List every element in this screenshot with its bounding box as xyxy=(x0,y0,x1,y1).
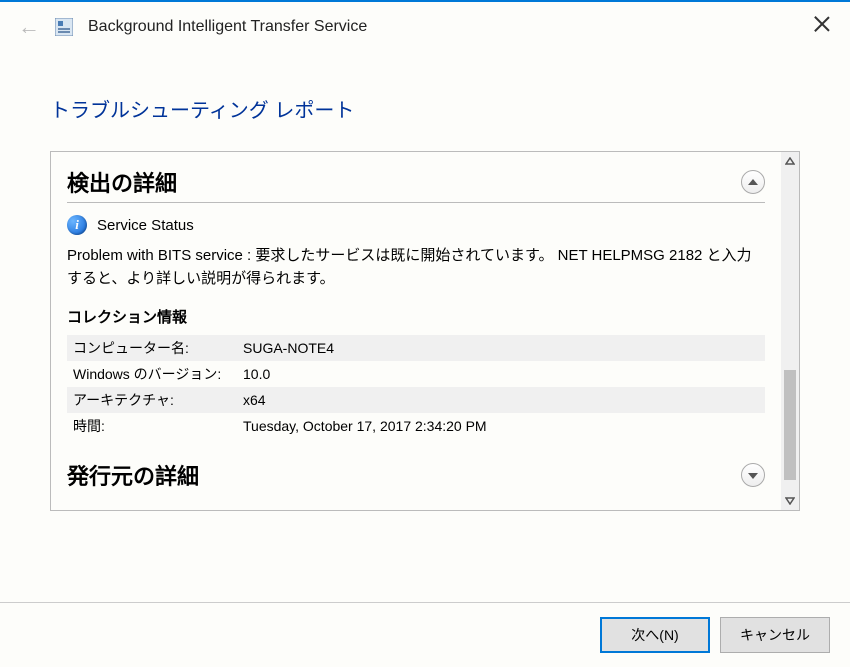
scroll-up-icon[interactable] xyxy=(781,152,799,170)
report-panel: 検出の詳細 i Service Status Problem with BITS… xyxy=(50,151,800,511)
scrollbar[interactable] xyxy=(781,152,799,510)
publisher-section-header: 発行元の詳細 xyxy=(67,453,765,491)
service-status-label: Service Status xyxy=(97,217,194,234)
value-time: Tuesday, October 17, 2017 2:34:20 PM xyxy=(237,413,765,439)
next-button[interactable]: 次へ(N) xyxy=(600,617,710,653)
value-computer-name: SUGA-NOTE4 xyxy=(237,335,765,361)
value-architecture: x64 xyxy=(237,387,765,413)
chevron-down-icon xyxy=(748,473,758,479)
detection-title: 検出の詳細 xyxy=(67,166,177,198)
problem-description: Problem with BITS service : 要求したサービスは既に開… xyxy=(67,245,765,290)
chevron-up-icon xyxy=(748,179,758,185)
info-icon: i xyxy=(67,215,87,235)
label-architecture: アーキテクチャ: xyxy=(67,387,237,413)
scroll-thumb[interactable] xyxy=(784,370,796,480)
expand-publisher-button[interactable] xyxy=(741,463,765,487)
label-windows-version: Windows のバージョン: xyxy=(67,361,237,387)
cancel-button[interactable]: キャンセル xyxy=(720,617,830,653)
collapse-detection-button[interactable] xyxy=(741,170,765,194)
table-row: Windows のバージョン: 10.0 xyxy=(67,361,765,387)
label-time: 時間: xyxy=(67,413,237,439)
report-heading: トラブルシューティング レポート xyxy=(50,94,800,123)
table-row: アーキテクチャ: x64 xyxy=(67,387,765,413)
collection-info-heading: コレクション情報 xyxy=(67,306,765,327)
app-icon xyxy=(54,17,74,37)
service-status-row: i Service Status xyxy=(67,215,765,235)
close-button[interactable] xyxy=(812,14,832,34)
detection-section-header: 検出の詳細 xyxy=(67,160,765,203)
table-row: コンピューター名: SUGA-NOTE4 xyxy=(67,335,765,361)
page-title: Background Intelligent Transfer Service xyxy=(88,18,367,36)
collection-info-table: コンピューター名: SUGA-NOTE4 Windows のバージョン: 10.… xyxy=(67,335,765,439)
label-computer-name: コンピューター名: xyxy=(67,335,237,361)
scroll-track[interactable] xyxy=(781,170,799,492)
publisher-title: 発行元の詳細 xyxy=(67,459,199,491)
header: ← Background Intelligent Transfer Servic… xyxy=(0,2,850,46)
value-windows-version: 10.0 xyxy=(237,361,765,387)
scroll-down-icon[interactable] xyxy=(781,492,799,510)
footer: 次へ(N) キャンセル xyxy=(0,602,850,667)
table-row: 時間: Tuesday, October 17, 2017 2:34:20 PM xyxy=(67,413,765,439)
back-arrow-icon[interactable]: ← xyxy=(18,16,40,38)
